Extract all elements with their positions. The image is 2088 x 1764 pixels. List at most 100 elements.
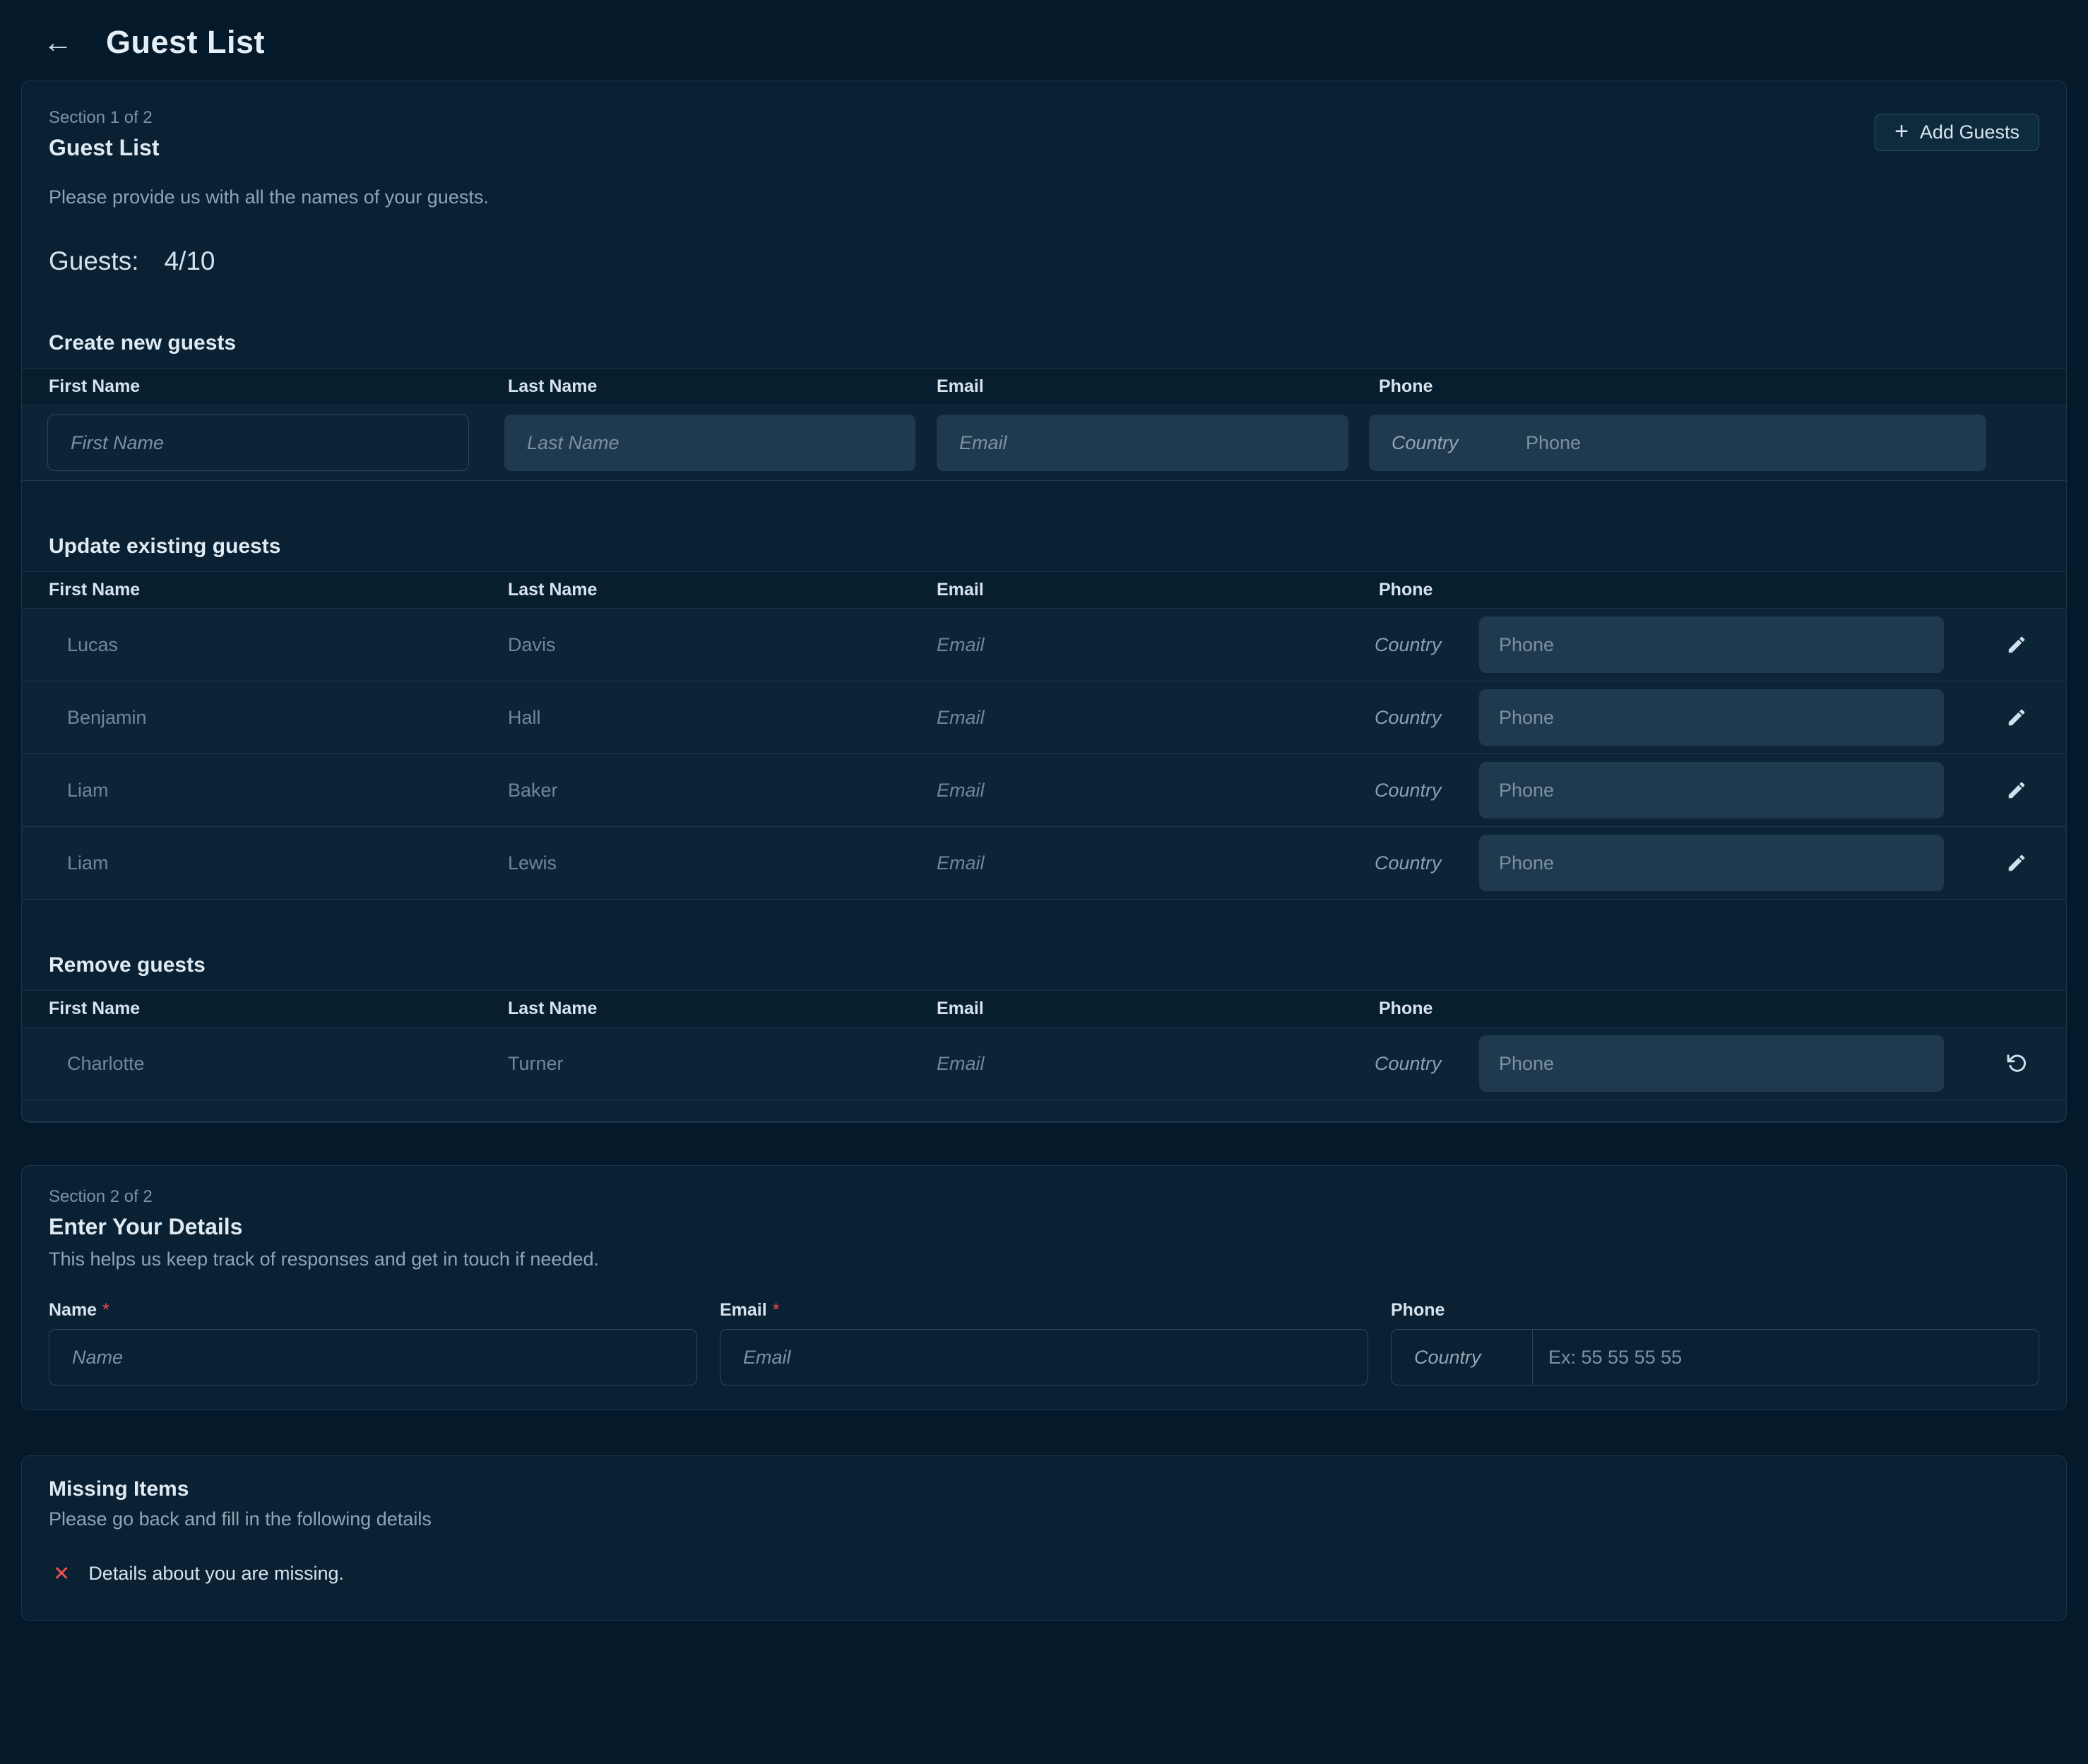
guest-row: Liam Lewis Email Country: [22, 827, 2066, 900]
your-details-section-card: Section 2 of 2 Enter Your Details This h…: [21, 1165, 2067, 1410]
update-guests-table: Lucas Davis Email Country Benjamin: [22, 609, 2066, 900]
phone-label: Phone: [1391, 1300, 2039, 1321]
col-first-name: First Name: [22, 580, 481, 600]
col-last-name: Last Name: [481, 580, 910, 600]
guest-list-section-card: Section 1 of 2 Guest List + Add Guests P…: [21, 81, 2067, 1123]
country-selector[interactable]: Country: [1392, 1330, 1533, 1385]
required-asterisk: *: [102, 1300, 109, 1320]
guest-phone-input[interactable]: [1479, 835, 1944, 891]
section-description: This helps us keep track of responses an…: [49, 1248, 2039, 1270]
guest-email-placeholder: Email: [910, 852, 1352, 874]
missing-item-text: Details about you are missing.: [88, 1563, 344, 1585]
pencil-icon: [2006, 780, 2027, 801]
new-first-name-input[interactable]: [47, 415, 469, 471]
phone-input-group: Country: [1391, 1329, 2039, 1385]
col-email: Email: [910, 376, 1352, 397]
guest-phone-cell: Country: [1352, 762, 1965, 818]
email-field[interactable]: [720, 1329, 1368, 1385]
col-phone: Phone: [1352, 999, 1965, 1019]
guest-last-name: Hall: [481, 707, 910, 729]
guest-phone-cell: Country: [1352, 835, 1965, 891]
phone-field[interactable]: [1533, 1330, 2039, 1385]
undo-remove-button[interactable]: [2001, 1048, 2032, 1079]
guest-country-selector[interactable]: Country: [1352, 1053, 1479, 1075]
email-label: Email*: [720, 1300, 1368, 1321]
guest-first-name: Liam: [22, 780, 481, 801]
guest-phone-input[interactable]: [1479, 1035, 1944, 1092]
col-phone: Phone: [1352, 376, 1965, 397]
missing-items-card: Missing Items Please go back and fill in…: [21, 1455, 2067, 1621]
guest-country-selector[interactable]: Country: [1352, 780, 1479, 801]
back-arrow-icon[interactable]: ←: [41, 25, 75, 59]
remove-table-footer: [22, 1100, 2066, 1122]
new-phone-input[interactable]: [1524, 415, 1986, 471]
remove-table-header: First Name Last Name Email Phone: [22, 990, 2066, 1027]
col-phone: Phone: [1352, 580, 1965, 600]
guest-country-selector[interactable]: Country: [1352, 707, 1479, 729]
guest-row: Liam Baker Email Country: [22, 754, 2066, 827]
update-guests-heading: Update existing guests: [49, 535, 2066, 559]
guests-counter-value: 4/10: [165, 246, 215, 275]
phone-field-group: Phone Country: [1391, 1300, 2039, 1385]
undo-icon: [2005, 1052, 2028, 1075]
edit-guest-button[interactable]: [2002, 775, 2031, 805]
guests-counter-label: Guests:: [49, 246, 139, 275]
guest-phone-cell: Country: [1352, 1035, 1965, 1092]
guest-first-name: Benjamin: [22, 707, 481, 729]
required-asterisk: *: [773, 1300, 780, 1320]
section-description: Please provide us with all the names of …: [49, 186, 2066, 208]
edit-guest-button[interactable]: [2002, 630, 2031, 660]
guest-phone-cell: Country: [1352, 689, 1965, 746]
guest-last-name: Baker: [481, 780, 910, 801]
pencil-icon: [2006, 852, 2027, 874]
guest-first-name: Charlotte: [22, 1053, 481, 1075]
guest-last-name: Davis: [481, 634, 910, 656]
guest-phone-input[interactable]: [1479, 616, 1944, 673]
missing-items-title: Missing Items: [49, 1477, 2039, 1501]
section-title: Enter Your Details: [49, 1214, 2039, 1240]
pencil-icon: [2006, 707, 2027, 728]
remove-guests-heading: Remove guests: [49, 953, 2066, 977]
section-progress-label: Section 1 of 2: [49, 108, 2066, 128]
guest-country-selector[interactable]: Country: [1352, 634, 1479, 656]
your-details-fields: Name* Email* Phone Country: [49, 1300, 2039, 1385]
col-first-name: First Name: [22, 999, 481, 1019]
col-last-name: Last Name: [481, 999, 910, 1019]
guest-last-name: Lewis: [481, 852, 910, 874]
remove-guests-table: Charlotte Turner Email Country: [22, 1027, 2066, 1100]
guest-email-placeholder: Email: [910, 707, 1352, 729]
name-label: Name*: [49, 1300, 697, 1321]
error-x-icon: ✕: [53, 1561, 70, 1586]
missing-items-subtitle: Please go back and fill in the following…: [49, 1508, 2039, 1530]
edit-guest-button[interactable]: [2002, 703, 2031, 732]
create-table-header: First Name Last Name Email Phone: [22, 368, 2066, 405]
col-last-name: Last Name: [481, 376, 910, 397]
col-first-name: First Name: [22, 376, 481, 397]
new-phone-group: Country: [1369, 415, 1986, 471]
name-field-group: Name*: [49, 1300, 697, 1385]
new-country-selector[interactable]: Country: [1369, 432, 1524, 454]
new-last-name-input[interactable]: [504, 415, 915, 471]
email-field-group: Email*: [720, 1300, 1368, 1385]
topbar: ← Guest List: [0, 0, 2088, 81]
page-title: Guest List: [106, 24, 265, 61]
guest-email-placeholder: Email: [910, 1053, 1352, 1075]
guest-last-name: Turner: [481, 1053, 910, 1075]
add-guests-button[interactable]: + Add Guests: [1875, 114, 2039, 151]
guests-counter: Guests: 4/10: [49, 246, 2066, 276]
guest-first-name: Lucas: [22, 634, 481, 656]
guest-phone-input[interactable]: [1479, 689, 1944, 746]
add-guests-label: Add Guests: [1920, 121, 2019, 143]
create-guest-row: Country: [22, 405, 2066, 481]
col-email: Email: [910, 580, 1352, 600]
guest-first-name: Liam: [22, 852, 481, 874]
edit-guest-button[interactable]: [2002, 848, 2031, 878]
section-title: Guest List: [49, 135, 2066, 161]
guest-row: Benjamin Hall Email Country: [22, 681, 2066, 754]
guest-phone-input[interactable]: [1479, 762, 1944, 818]
guest-email-placeholder: Email: [910, 780, 1352, 801]
pencil-icon: [2006, 634, 2027, 655]
name-field[interactable]: [49, 1329, 697, 1385]
guest-country-selector[interactable]: Country: [1352, 852, 1479, 874]
new-email-input[interactable]: [937, 415, 1348, 471]
